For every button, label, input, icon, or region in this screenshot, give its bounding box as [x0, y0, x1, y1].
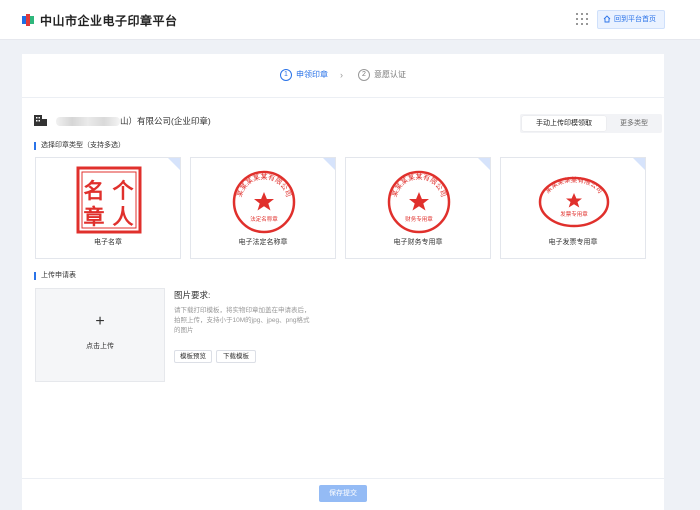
redacted-company-text [56, 117, 120, 126]
save-submit-button[interactable]: 保存提交 [319, 485, 367, 502]
seal-card-label: 电子法定名称章 [238, 239, 288, 246]
chevron-right-icon: › [340, 70, 343, 80]
app-title: 中山市企业电子印章平台 [40, 14, 178, 28]
requirement-line: 拍照上传，支持小于10M的jpg、jpeg、png格式 [174, 317, 310, 324]
seal-type-section-title: 选择印章类型（支持多选） [34, 142, 125, 150]
upload-section-title: 上传申请表 [34, 272, 76, 280]
home-button-label: 回到平台首页 [614, 16, 656, 23]
stamp-bottom-text: 发票专用章 [560, 210, 588, 218]
apps-grid-icon[interactable] [576, 13, 588, 25]
main-panel: 1 申领印章 › 2 意愿认证 山）有限公司(企业印章) 手动上传印模领取 更多类型… [22, 54, 664, 510]
step-1-number: 1 [280, 69, 292, 81]
building-icon [34, 115, 47, 126]
seal-card-label: 电子发票专用章 [548, 239, 598, 246]
image-requirements-title: 图片要求: [174, 290, 211, 300]
svg-text:某某某某某有限公司: 某某某某某有限公司 [544, 175, 605, 195]
requirement-line: 的图片 [174, 327, 194, 334]
step-1-label: 申领印章 [296, 70, 328, 79]
step-2-label: 意愿认证 [374, 70, 406, 79]
plus-icon: + [95, 313, 105, 330]
tab-manual-upload[interactable]: 手动上传印模领取 [522, 116, 606, 131]
steps-bar: 1 申领印章 › 2 意愿认证 [22, 54, 664, 98]
image-requirements-text: 请下载打印模板，将实物印章加盖在申请表后， 拍照上传，支持小于10M的jpg、j… [174, 306, 344, 336]
finance-seal-stamp: 某某某某某有限公司 财务专用章 [387, 170, 451, 234]
company-row: 山）有限公司(企业印章) 手动上传印模领取 更多类型 [34, 112, 662, 133]
top-bar: 中山市企业电子印章平台 回到平台首页 [0, 0, 700, 40]
company-name: 山）有限公司(企业印章) [120, 116, 211, 126]
seal-card-label: 电子名章 [94, 239, 122, 246]
stamp-char-4: 人 [113, 205, 134, 229]
template-download-button[interactable]: 下载模板 [216, 350, 256, 363]
seal-card-label: 电子财务专用章 [393, 239, 443, 246]
upload-dropzone[interactable]: + 点击上传 [35, 288, 165, 382]
seal-card-personal[interactable]: 名 个 章 人 电子名章 [35, 157, 181, 259]
home-icon [603, 15, 611, 23]
stamp-char-3: 章 [84, 205, 105, 229]
step-2-number: 2 [358, 69, 370, 81]
stamp-bottom-text: 法定名称章 [250, 215, 278, 223]
seal-card-invoice[interactable]: 某某某某某有限公司 发票专用章 电子发票专用章 [500, 157, 646, 259]
legal-name-seal-stamp: 某某某某某有限公司 法定名称章 [232, 170, 296, 234]
seal-mode-tabs: 手动上传印模领取 更多类型 [520, 114, 662, 133]
footer-bar: 保存提交 [22, 478, 664, 510]
logo-icon [22, 14, 34, 26]
personal-seal-stamp: 名 个 章 人 [76, 166, 142, 234]
stamp-ring-text: 某某某某某有限公司 [544, 175, 605, 195]
template-preview-button[interactable]: 模板预览 [174, 350, 212, 363]
stamp-char-2: 个 [113, 179, 135, 203]
seal-card-legal-name[interactable]: 某某某某某有限公司 法定名称章 电子法定名称章 [190, 157, 336, 259]
step-2: 2 意愿认证 [358, 69, 406, 81]
upload-label: 点击上传 [86, 343, 114, 350]
stamp-char-1: 名 [84, 179, 105, 203]
invoice-seal-stamp: 某某某某某有限公司 发票专用章 [538, 175, 610, 228]
stamp-bottom-text: 财务专用章 [405, 215, 433, 223]
tab-more-types[interactable]: 更多类型 [608, 116, 660, 131]
seal-card-finance[interactable]: 某某某某某有限公司 财务专用章 电子财务专用章 [345, 157, 491, 259]
home-button[interactable]: 回到平台首页 [597, 10, 665, 29]
requirement-line: 请下载打印模板，将实物印章加盖在申请表后， [174, 307, 311, 314]
step-1: 1 申领印章 [280, 69, 328, 81]
